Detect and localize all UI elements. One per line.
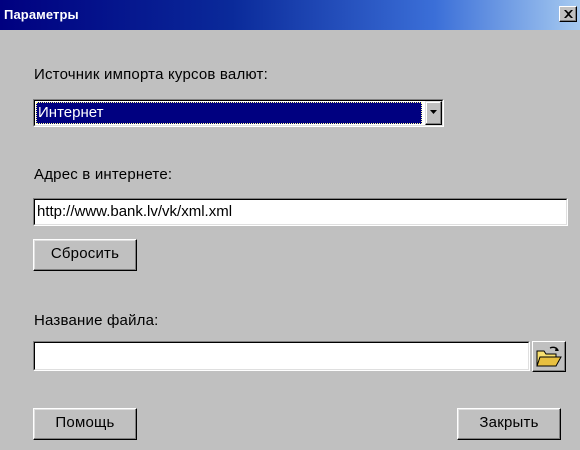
internet-address-input[interactable]: http://www.bank.lv/vk/xml.xml <box>33 198 568 226</box>
import-source-label: Источник импорта курсов валют: <box>34 66 268 83</box>
import-source-selected-value: Интернет <box>36 102 422 124</box>
close-icon <box>564 10 573 18</box>
internet-address-value: http://www.bank.lv/vk/xml.xml <box>37 203 233 220</box>
help-button[interactable]: Помощь <box>33 408 137 440</box>
import-source-dropdown-button[interactable] <box>425 101 442 125</box>
title-bar[interactable]: Параметры <box>0 0 580 30</box>
internet-address-label: Адрес в интернете: <box>34 166 173 183</box>
chevron-down-icon <box>430 110 437 114</box>
close-window-button[interactable] <box>559 6 577 22</box>
file-name-input[interactable] <box>33 341 530 371</box>
close-button[interactable]: Закрыть <box>457 408 561 440</box>
window-title: Параметры <box>4 7 79 22</box>
import-source-select[interactable]: Интернет <box>33 99 444 127</box>
open-folder-icon <box>536 346 562 367</box>
reset-button[interactable]: Сбросить <box>33 239 137 271</box>
file-name-label: Название файла: <box>34 312 159 329</box>
browse-file-button[interactable] <box>532 341 566 372</box>
parameters-dialog: Параметры Источник импорта курсов валют:… <box>0 0 580 450</box>
